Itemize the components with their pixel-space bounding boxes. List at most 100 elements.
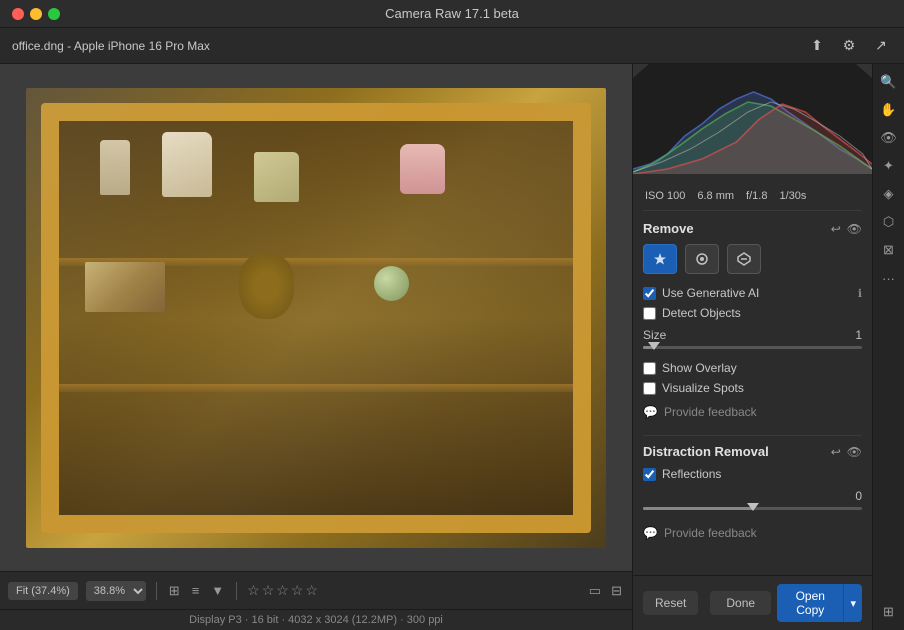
traffic-lights bbox=[12, 8, 60, 20]
star-5[interactable]: ☆ bbox=[305, 582, 318, 599]
single-view-icon[interactable]: ▭ bbox=[587, 581, 603, 601]
reflections-label[interactable]: Reflections bbox=[662, 467, 721, 481]
histogram-area bbox=[633, 64, 872, 174]
star-1[interactable]: ☆ bbox=[247, 582, 260, 599]
iso-stat: ISO 100 bbox=[645, 190, 685, 202]
display-info-text: Display P3 · 16 bit · 4032 x 3024 (12.2M… bbox=[189, 614, 443, 626]
toolbar-separator-2 bbox=[236, 582, 237, 600]
star-rating[interactable]: ☆ ☆ ☆ ☆ ☆ bbox=[247, 582, 318, 599]
distraction-undo-icon[interactable]: ↩ bbox=[831, 445, 841, 459]
detect-objects-checkbox[interactable] bbox=[643, 307, 656, 320]
main-content: Fit (37.4%) 38.8% 50% 100% Fit Fill ⊞ ≡ … bbox=[0, 64, 904, 630]
star-4[interactable]: ☆ bbox=[291, 582, 304, 599]
clone-tool-btn[interactable] bbox=[685, 244, 719, 274]
bottom-buttons: Reset Done Open Copy ▾ bbox=[633, 575, 872, 630]
fullscreen-button[interactable]: ↗ bbox=[870, 35, 892, 57]
image-area: Fit (37.4%) 38.8% 50% 100% Fit Fill ⊞ ≡ … bbox=[0, 64, 632, 630]
compare-icon[interactable]: ≡ bbox=[190, 581, 202, 600]
visualize-spots-checkbox[interactable] bbox=[643, 382, 656, 395]
star-3[interactable]: ☆ bbox=[276, 582, 289, 599]
remove-feedback-label: Provide feedback bbox=[664, 405, 757, 419]
open-copy-group: Open Copy ▾ bbox=[777, 584, 862, 622]
title-bar: Camera Raw 17.1 beta bbox=[0, 0, 904, 28]
split-view-icon[interactable]: ⊟ bbox=[609, 581, 624, 601]
eye-tool-icon[interactable]: 👁 bbox=[877, 126, 901, 150]
size-slider-row: Size 1 bbox=[643, 328, 862, 349]
reflections-checkbox[interactable] bbox=[643, 468, 656, 481]
distraction-eye-icon[interactable]: 👁 bbox=[847, 445, 862, 459]
shelf-2 bbox=[59, 384, 573, 392]
right-panel: ISO 100 6.8 mm f/1.8 1/30s Remove ↩ 👁 bbox=[632, 64, 872, 630]
distraction-section-icons: ↩ 👁 bbox=[831, 445, 862, 459]
info-icon[interactable]: ℹ bbox=[858, 287, 862, 300]
camera-info: ISO 100 6.8 mm f/1.8 1/30s bbox=[643, 182, 862, 211]
open-copy-arrow-button[interactable]: ▾ bbox=[843, 584, 862, 622]
zoom-tool-icon[interactable]: 🔍 bbox=[877, 70, 901, 94]
image-canvas bbox=[0, 64, 632, 571]
distraction-removal-section: Distraction Removal ↩ 👁 Reflections bbox=[643, 444, 862, 544]
use-generative-ai-checkbox[interactable] bbox=[643, 287, 656, 300]
visualize-spots-label[interactable]: Visualize Spots bbox=[662, 381, 744, 395]
eye-icon[interactable]: 👁 bbox=[847, 222, 862, 236]
color-tool-icon[interactable]: ◈ bbox=[877, 182, 901, 206]
reflections-slider-row: 0 bbox=[643, 489, 862, 510]
use-generative-ai-label[interactable]: Use Generative AI bbox=[662, 286, 759, 300]
filter-icon[interactable]: ▼ bbox=[209, 581, 226, 600]
clone-icon bbox=[694, 251, 710, 267]
show-overlay-label[interactable]: Show Overlay bbox=[662, 361, 737, 375]
feedback-icon: 💬 bbox=[643, 405, 658, 419]
reflections-slider-track[interactable] bbox=[643, 507, 862, 510]
heal-icon bbox=[652, 251, 668, 267]
bottom-toolbar: Fit (37.4%) 38.8% 50% 100% Fit Fill ⊞ ≡ … bbox=[0, 571, 632, 609]
more-tools-icon[interactable]: ··· bbox=[877, 266, 901, 290]
histogram-chart bbox=[633, 64, 872, 174]
photo-preview[interactable] bbox=[26, 88, 606, 548]
camera-model: Apple iPhone 16 Pro Max bbox=[74, 39, 210, 53]
minimize-button[interactable] bbox=[30, 8, 42, 20]
right-panel-wrapper: ISO 100 6.8 mm f/1.8 1/30s Remove ↩ 👁 bbox=[632, 64, 904, 630]
remove-section-header: Remove ↩ 👁 bbox=[643, 221, 862, 236]
obj-sphere bbox=[374, 266, 409, 301]
settings-button[interactable]: ⚙ bbox=[838, 35, 860, 57]
panel-content: ISO 100 6.8 mm f/1.8 1/30s Remove ↩ 👁 bbox=[633, 174, 872, 575]
maximize-button[interactable] bbox=[48, 8, 60, 20]
detect-objects-label[interactable]: Detect Objects bbox=[662, 306, 741, 320]
use-generative-ai-row: Use Generative AI ℹ bbox=[643, 286, 862, 300]
file-info-bar: office.dng - Apple iPhone 16 Pro Max ⬆ ⚙… bbox=[0, 28, 904, 64]
reset-button[interactable]: Reset bbox=[643, 591, 698, 615]
reflections-slider-thumb[interactable] bbox=[747, 503, 759, 511]
obj-figurine-3 bbox=[254, 152, 299, 202]
close-button[interactable] bbox=[12, 8, 24, 20]
heal-tool-icon[interactable]: ✦ bbox=[877, 154, 901, 178]
distraction-title: Distraction Removal bbox=[643, 444, 769, 459]
loupe-icon[interactable]: ⊞ bbox=[167, 581, 182, 601]
obj-figurine-2 bbox=[162, 132, 212, 197]
size-slider-track[interactable] bbox=[643, 346, 862, 349]
obj-figurine-1 bbox=[100, 140, 130, 195]
star-2[interactable]: ☆ bbox=[262, 582, 275, 599]
size-slider-thumb[interactable] bbox=[648, 342, 660, 350]
show-overlay-checkbox[interactable] bbox=[643, 362, 656, 375]
grid-tool-icon[interactable]: ⊞ bbox=[877, 600, 901, 624]
bottom-right-tools: ▭ ⊟ bbox=[587, 581, 624, 601]
section-divider bbox=[643, 435, 862, 436]
mask-tool-icon[interactable]: ⬡ bbox=[877, 210, 901, 234]
reflections-row: Reflections bbox=[643, 467, 862, 481]
remove-feedback-button[interactable]: 💬 Provide feedback bbox=[643, 401, 757, 423]
heal-tool-btn[interactable] bbox=[643, 244, 677, 274]
side-icons-strip: 🔍 ✋ 👁 ✦ ◈ ⬡ ⊠ ··· ⊞ bbox=[872, 64, 904, 630]
distraction-feedback-button[interactable]: 💬 Provide feedback bbox=[643, 522, 757, 544]
fit-button[interactable]: Fit (37.4%) bbox=[8, 582, 78, 600]
reflections-slider-label-row: 0 bbox=[643, 489, 862, 503]
share-button[interactable]: ⬆ bbox=[806, 35, 828, 57]
aperture-stat: f/1.8 bbox=[746, 190, 767, 202]
obj-pineapple bbox=[239, 254, 294, 319]
hand-tool-icon[interactable]: ✋ bbox=[877, 98, 901, 122]
remove-object-tool-btn[interactable] bbox=[727, 244, 761, 274]
zoom-select[interactable]: 38.8% 50% 100% Fit Fill bbox=[86, 581, 146, 601]
crop-tool-icon[interactable]: ⊠ bbox=[877, 238, 901, 262]
undo-icon[interactable]: ↩ bbox=[831, 222, 841, 236]
done-button[interactable]: Done bbox=[710, 591, 771, 615]
remove-tool-buttons bbox=[643, 244, 862, 274]
open-copy-button[interactable]: Open Copy bbox=[777, 584, 843, 622]
